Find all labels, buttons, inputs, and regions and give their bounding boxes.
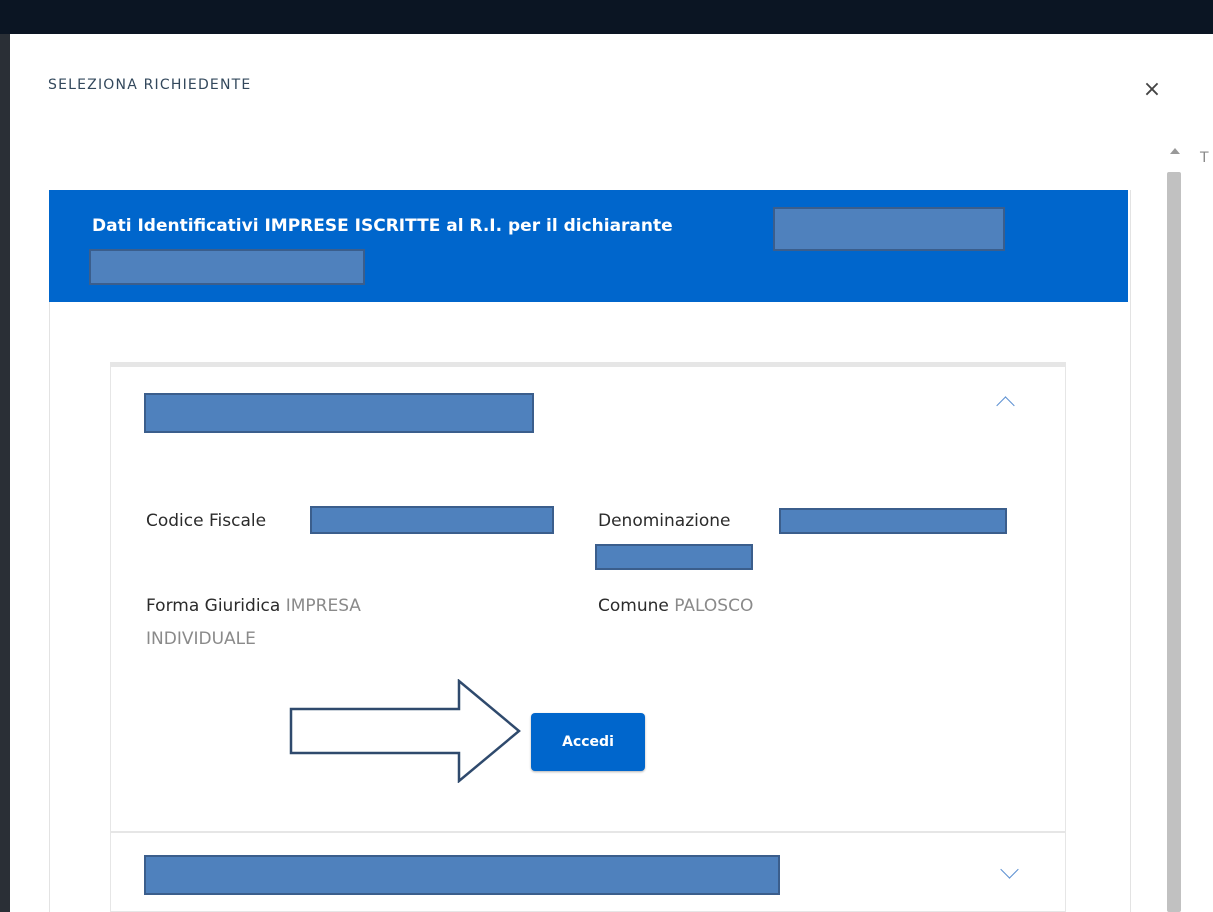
field-forma-giuridica: Forma Giuridica IMPRESA INDIVIDUALE (146, 590, 361, 656)
forma-giuridica-value: IMPRESA (285, 596, 361, 616)
field-codice-fiscale: Codice Fiscale (146, 505, 266, 538)
forma-giuridica-label: Forma Giuridica (146, 596, 281, 616)
select-applicant-modal: SELEZIONA RICHIEDENTE × Dati Identificat… (10, 34, 1196, 912)
redacted-company-title (144, 393, 534, 433)
chevron-up-icon[interactable] (996, 396, 1015, 415)
comune-value: PALOSCO (674, 596, 754, 616)
company-card-collapsed[interactable] (110, 832, 1066, 912)
scroll-thumb[interactable] (1167, 172, 1181, 912)
redacted-denominazione (779, 508, 1007, 534)
backdrop-top (0, 0, 1213, 34)
chevron-down-icon[interactable] (1000, 860, 1019, 879)
redacted-codice-fiscale (310, 506, 554, 534)
background-partial-text: T (1200, 150, 1209, 166)
redacted-declarant-name-continued (89, 249, 365, 285)
modal-title: SELEZIONA RICHIEDENTE (48, 77, 252, 93)
scroll-up-icon[interactable] (1170, 148, 1180, 154)
field-denominazione: Denominazione (598, 505, 730, 538)
section-header: Dati Identificativi IMPRESE ISCRITTE al … (49, 190, 1128, 302)
arrow-pointer-icon (289, 679, 521, 783)
comune-label: Comune (598, 596, 669, 616)
scrollbar[interactable] (1165, 144, 1185, 912)
company-card-expanded: Codice Fiscale Denominazione Forma Giuri… (110, 362, 1066, 832)
backdrop-left (0, 34, 10, 912)
close-icon[interactable]: × (1138, 76, 1166, 104)
redacted-company-title-2 (144, 855, 780, 895)
codice-fiscale-label: Codice Fiscale (146, 511, 267, 531)
forma-giuridica-value-line2: INDIVIDUALE (146, 629, 256, 649)
redacted-declarant-name (773, 207, 1005, 251)
denominazione-label: Denominazione (598, 511, 731, 531)
section-header-text: Dati Identificativi IMPRESE ISCRITTE al … (92, 216, 673, 236)
redacted-denominazione-continued (595, 544, 753, 570)
accedi-button[interactable]: Accedi (531, 713, 645, 771)
field-comune: Comune PALOSCO (598, 590, 753, 623)
